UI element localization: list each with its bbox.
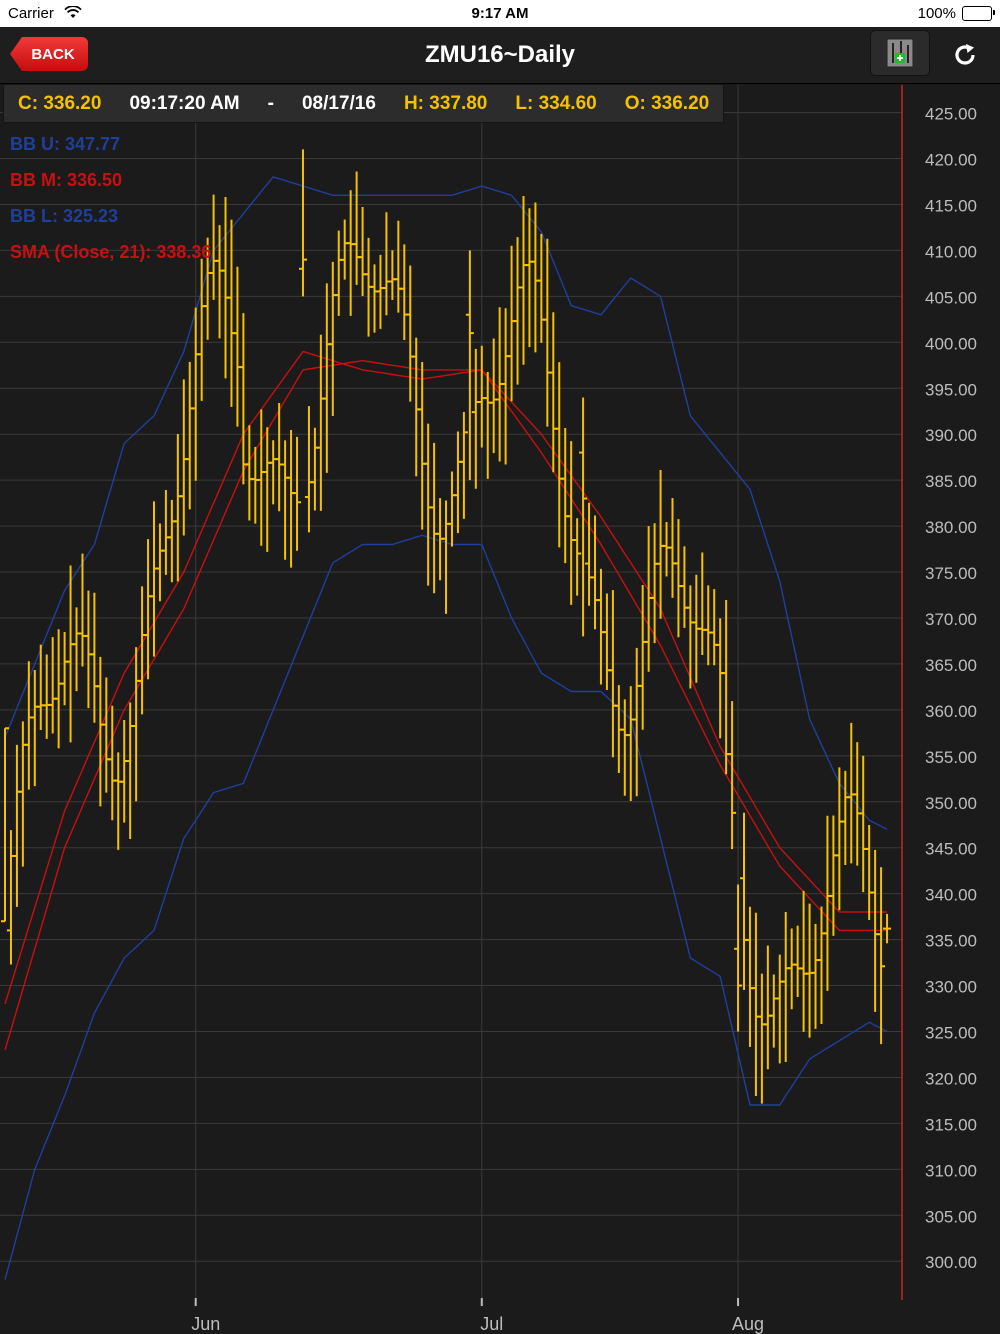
y-tick-label: 375.00 <box>925 564 977 583</box>
y-tick-label: 320.00 <box>925 1069 977 1088</box>
y-tick-label: 380.00 <box>925 518 977 537</box>
quote-separator: - <box>267 92 274 114</box>
y-tick-label: 355.00 <box>925 748 977 767</box>
legend-bb-middle: BB M: 336.50 <box>10 170 123 190</box>
y-tick-label: 305.00 <box>925 1207 977 1226</box>
page-title: ZMU16~Daily <box>424 41 576 68</box>
x-tick-label: Jun <box>191 1314 220 1334</box>
y-tick-label: 405.00 <box>925 288 977 307</box>
refresh-icon <box>955 44 975 65</box>
y-tick-label: 365.00 <box>925 656 977 675</box>
y-tick-label: 310.00 <box>925 1161 977 1180</box>
close-price: C: 336.20 <box>18 92 102 114</box>
quote-time: 09:17:20 AM <box>129 92 240 114</box>
legend-bb-upper: BB U: 347.77 <box>10 134 121 154</box>
open-price: O: 336.20 <box>624 92 710 114</box>
series-bb-m <box>4 350 887 1005</box>
price-chart[interactable]: 300.00 305.00 310.00 315.00 320.00 325.00 330.… <box>0 85 1000 1334</box>
quote-date: 08/17/16 <box>301 92 376 114</box>
battery-indicator: 100% <box>917 5 995 22</box>
chart-style-button[interactable] <box>870 30 930 76</box>
refresh-button[interactable] <box>948 35 982 75</box>
series-bb-l <box>4 534 888 1280</box>
high-price: H: 337.80 <box>403 92 488 114</box>
legend-sma: SMA (Close, 21): 338.36 <box>10 242 212 262</box>
y-tick-label: 315.00 <box>925 1115 977 1134</box>
y-tick-label: 385.00 <box>925 472 977 491</box>
y-tick-label: 415.00 <box>925 196 977 215</box>
y-tick-label: 340.00 <box>925 886 977 905</box>
battery-icon <box>962 6 995 21</box>
y-tick-label: 410.00 <box>925 242 977 261</box>
y-tick-label: 400.00 <box>925 334 977 353</box>
chart-settings-icon <box>886 38 914 68</box>
battery-percent: 100% <box>917 5 956 22</box>
indicator-legend: BB U: 347.77 BB M: 336.50 BB L: 325.23 S… <box>10 126 211 270</box>
x-tick-label: Aug <box>732 1314 764 1334</box>
y-tick-label: 350.00 <box>925 794 977 813</box>
x-tick-label: Jul <box>480 1314 503 1334</box>
y-tick-label: 395.00 <box>925 380 977 399</box>
y-tick-label: 420.00 <box>925 151 977 170</box>
y-tick-label: 325.00 <box>925 1024 977 1043</box>
status-time: 9:17 AM <box>471 5 529 22</box>
y-tick-label: 345.00 <box>925 840 977 859</box>
legend-bb-lower: BB L: 325.23 <box>10 206 119 226</box>
y-tick-label: 335.00 <box>925 932 977 951</box>
y-tick-label: 300.00 <box>925 1253 977 1272</box>
y-tick-label: 425.00 <box>925 105 977 124</box>
y-tick-label: 390.00 <box>925 426 977 445</box>
y-tick-label: 370.00 <box>925 610 977 629</box>
low-price: L: 334.60 <box>515 92 597 114</box>
y-tick-label: 330.00 <box>925 978 977 997</box>
navigation-bar: BACK ZMU16~Daily <box>0 27 1000 84</box>
status-bar: Carrier 9:17 AM 100% <box>0 0 1000 27</box>
quote-bar: C: 336.20 09:17:20 AM - 08/17/16 H: 337.… <box>3 84 725 123</box>
y-tick-label: 360.00 <box>925 702 977 721</box>
